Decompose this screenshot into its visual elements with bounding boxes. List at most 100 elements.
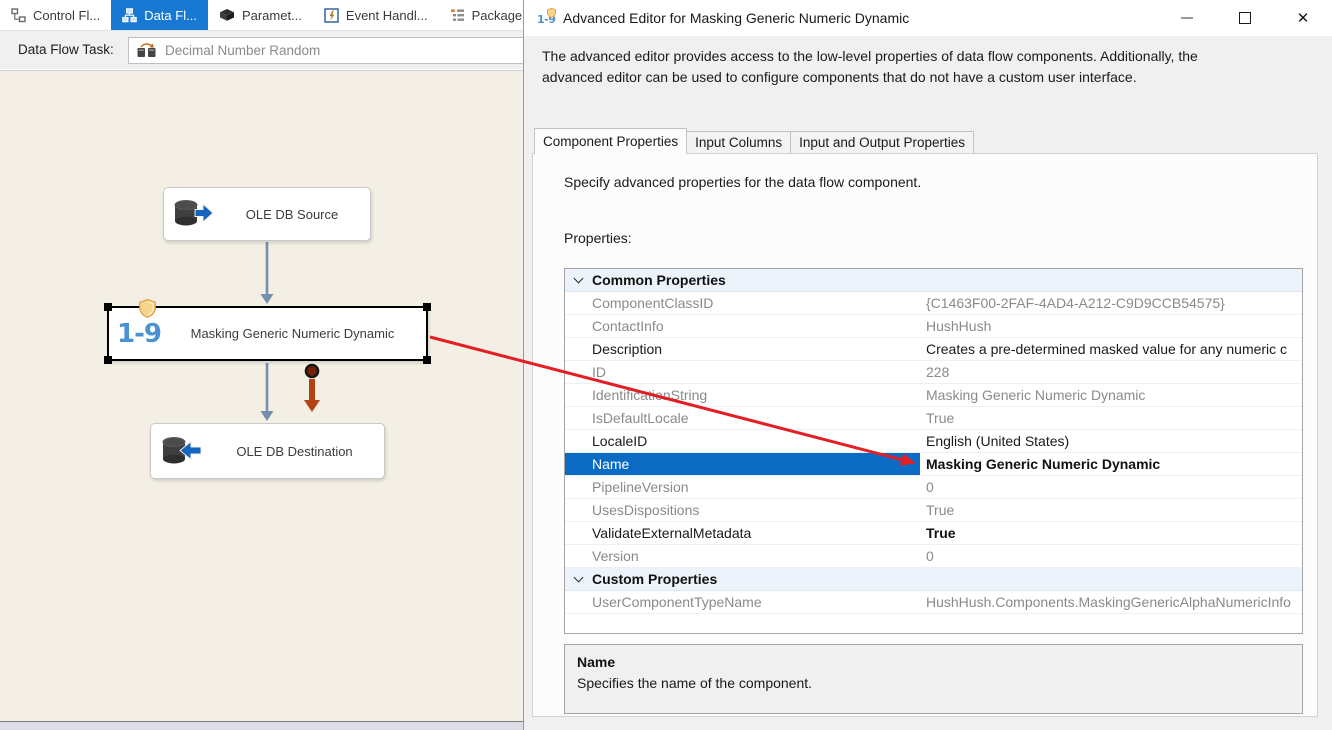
tab-package-explorer[interactable]: Package Explo	[439, 0, 523, 30]
chevron-down-icon[interactable]	[573, 572, 584, 582]
node-ole-db-destination[interactable]: OLE DB Destination	[150, 423, 385, 479]
task-icon	[137, 43, 156, 57]
help-title: Name	[577, 654, 616, 670]
properties-label: Properties:	[564, 230, 632, 246]
selection-handle[interactable]	[423, 303, 431, 311]
property-row-description[interactable]: Description Creates a pre-determined mas…	[565, 338, 1302, 361]
property-row-name-selected[interactable]: Name Masking Generic Numeric Dynamic	[565, 453, 1302, 476]
package-explorer-icon	[450, 9, 464, 21]
ssis-designer-panel: Control Fl... Data Fl... Paramet... Even…	[0, 0, 523, 730]
property-value[interactable]: Creates a pre-determined masked value fo…	[920, 338, 1302, 360]
minimize-button[interactable]	[1158, 0, 1216, 36]
tab-input-output-properties[interactable]: Input and Output Properties	[791, 131, 974, 154]
property-value[interactable]: 228	[920, 361, 1302, 383]
node-label: OLE DB Destination	[236, 443, 353, 459]
chevron-down-icon[interactable]	[573, 273, 584, 283]
connector-layer	[260, 242, 320, 421]
control-flow-icon	[11, 7, 26, 22]
property-row-id[interactable]: ID 228	[565, 361, 1302, 384]
tab-input-columns[interactable]: Input Columns	[687, 131, 792, 154]
property-value[interactable]: HushHush.Components.MaskingGenericAlphaN…	[920, 591, 1302, 613]
tab-data-flow[interactable]: Data Fl...	[111, 0, 208, 30]
property-value[interactable]: 0	[920, 476, 1302, 498]
property-value[interactable]: English (United States)	[920, 430, 1302, 452]
property-row-pipelineversion[interactable]: PipelineVersion 0	[565, 476, 1302, 499]
property-grid: Common Properties ComponentClassID {C146…	[564, 268, 1303, 634]
property-name: Version	[592, 548, 639, 564]
data-flow-task-combo[interactable]: Decimal Number Random	[128, 37, 523, 64]
property-value[interactable]: True	[920, 499, 1302, 521]
component-properties-page: Specify advanced properties for the data…	[532, 153, 1318, 717]
path-arrowhead	[260, 294, 274, 304]
property-value[interactable]: True	[920, 407, 1302, 429]
page-instruction: Specify advanced properties for the data…	[564, 174, 922, 190]
property-name: UserComponentTypeName	[592, 594, 762, 610]
tab-parameters[interactable]: Paramet...	[208, 0, 313, 30]
group-row-common-properties[interactable]: Common Properties	[565, 269, 1302, 292]
dialog-titlebar[interactable]: 1-9 Advanced Editor for Masking Generic …	[524, 0, 1332, 36]
property-name: Description	[592, 341, 663, 357]
node-masking-generic-numeric-dynamic[interactable]: 1-9 Masking Generic Numeric Dynamic	[104, 299, 431, 364]
designer-tab-strip: Control Fl... Data Fl... Paramet... Even…	[0, 0, 523, 30]
tab-event-handlers[interactable]: Event Handl...	[313, 0, 439, 30]
property-value[interactable]: Masking Generic Numeric Dynamic	[920, 384, 1302, 406]
dialog-1-9-icon: 1-9	[537, 8, 557, 27]
property-row-usercomponenttypename[interactable]: UserComponentTypeName HushHush.Component…	[565, 591, 1302, 614]
error-output-handle[interactable]	[304, 363, 320, 379]
property-name: ValidateExternalMetadata	[592, 525, 752, 541]
selection-handle[interactable]	[423, 356, 431, 364]
property-row-contactinfo[interactable]: ContactInfo HushHush	[565, 315, 1302, 338]
property-name: ComponentClassID	[592, 295, 714, 311]
property-name: LocaleID	[592, 433, 648, 449]
masking-1-9-icon: 1-9	[109, 299, 169, 359]
property-row-validateexternalmetadata[interactable]: ValidateExternalMetadata True	[565, 522, 1302, 545]
help-text: Specifies the name of the component.	[577, 675, 813, 691]
event-handlers-icon	[324, 7, 339, 23]
data-flow-task-value: Decimal Number Random	[165, 43, 321, 58]
property-value[interactable]: True	[920, 522, 1302, 544]
one-nine-glyph: 1-9	[117, 318, 162, 349]
property-value[interactable]: {C1463F00-2FAF-4AD4-A212-C9D9CCB54575}	[920, 292, 1302, 314]
property-name: Name	[565, 453, 920, 475]
property-name: ContactInfo	[592, 318, 664, 334]
node-ole-db-source[interactable]: OLE DB Source	[163, 187, 371, 241]
ole-db-source-icon	[164, 188, 224, 240]
property-row-localeid[interactable]: LocaleID English (United States)	[565, 430, 1302, 453]
tab-label: Paramet...	[241, 7, 302, 23]
data-flow-icon	[122, 7, 137, 22]
property-value[interactable]: HushHush	[920, 315, 1302, 337]
error-output-arrowhead	[304, 400, 320, 412]
canvas-scrollbar[interactable]	[0, 721, 523, 730]
property-row-identificationstring[interactable]: IdentificationString Masking Generic Num…	[565, 384, 1302, 407]
dialog-title: Advanced Editor for Masking Generic Nume…	[563, 10, 910, 26]
tab-label: Event Handl...	[345, 7, 428, 23]
parameters-icon	[219, 9, 234, 21]
property-value[interactable]: 0	[920, 545, 1302, 567]
property-row-version[interactable]: Version 0	[565, 545, 1302, 568]
maximize-button[interactable]	[1216, 0, 1274, 36]
property-row-isdefaultlocale[interactable]: IsDefaultLocale True	[565, 407, 1302, 430]
tab-control-flow[interactable]: Control Fl...	[0, 0, 111, 30]
advanced-editor-dialog: 1-9 Advanced Editor for Masking Generic …	[523, 0, 1332, 730]
data-flow-canvas[interactable]: OLE DB Source 1-9 Masking Generic Numeri…	[0, 70, 523, 721]
tab-label: Input and Output Properties	[799, 135, 965, 150]
property-value[interactable]: Masking Generic Numeric Dynamic	[920, 453, 1302, 475]
close-button[interactable]: ✕	[1274, 0, 1332, 36]
node-label: OLE DB Source	[245, 206, 339, 222]
maximize-icon	[1239, 12, 1251, 24]
ole-db-destination-icon	[151, 424, 215, 478]
tab-label: Component Properties	[543, 134, 679, 149]
data-flow-task-label: Data Flow Task:	[18, 42, 114, 57]
property-row-usesdispositions[interactable]: UsesDispositions True	[565, 499, 1302, 522]
editor-tab-strip: Component Properties Input Columns Input…	[534, 128, 974, 154]
screen: Control Fl... Data Fl... Paramet... Even…	[0, 0, 1332, 730]
shield-icon	[139, 299, 156, 318]
tab-component-properties[interactable]: Component Properties	[534, 128, 688, 154]
group-row-custom-properties[interactable]: Custom Properties	[565, 568, 1302, 591]
property-name: PipelineVersion	[592, 479, 689, 495]
property-row-componentclassid[interactable]: ComponentClassID {C1463F00-2FAF-4AD4-A21…	[565, 292, 1302, 315]
tab-label: Package Explo	[471, 7, 523, 23]
minimize-icon	[1181, 17, 1193, 19]
property-name: IdentificationString	[592, 387, 708, 403]
tab-label: Control Fl...	[33, 7, 101, 23]
